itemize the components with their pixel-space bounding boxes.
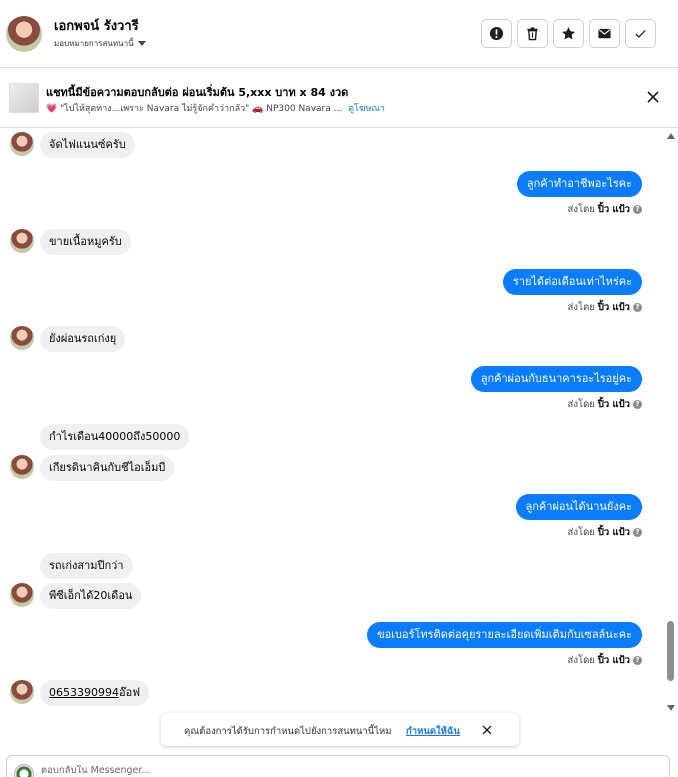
ad-thumbnail[interactable] <box>9 83 39 113</box>
outgoing-message[interactable]: รายได้ต่อเดือนเท่าไหร่คะ <box>502 269 642 295</box>
outgoing-message[interactable]: ลูกค้าทำอาชีพอะไรคะ <box>516 171 642 197</box>
incoming-message[interactable]: ขายเนื้อหมูครับ <box>40 229 131 255</box>
reply-composer <box>6 755 670 777</box>
sent-by-label: ส่งโดย ปิ้ว แป้ว? <box>568 653 642 668</box>
outgoing-message[interactable]: ขอเบอร์โทรติดต่อคุยรายละเอียดเพิ่มเติมกั… <box>367 622 642 648</box>
envelope-icon <box>598 28 611 39</box>
sent-by-prefix: ส่งโดย <box>567 655 595 666</box>
scrollbar[interactable] <box>666 128 676 716</box>
sender-name: ปิ้ว แป้ว <box>597 302 630 313</box>
contact-avatar-small[interactable] <box>10 132 34 156</box>
sent-by-label: ส่งโดย ปิ้ว แป้ว? <box>568 202 642 217</box>
sender-name: ปิ้ว แป้ว <box>597 204 630 215</box>
done-button[interactable] <box>625 19 656 48</box>
contact-avatar-small[interactable] <box>10 229 34 253</box>
ad-title: แชทนี้มีข้อความตอบกลับต่อ ผ่อนเริ่มต้น 5… <box>46 86 349 99</box>
info-icon[interactable]: ? <box>633 656 642 665</box>
info-icon[interactable]: ? <box>633 303 642 312</box>
exclamation-icon <box>489 26 504 41</box>
incoming-message[interactable]: เกียรดินาคินกับชีไอเอ็มบี <box>40 455 175 481</box>
conversation-header: เอกพจน์ รังวารี มอบหมายการสนทนานี้ <box>0 0 678 68</box>
header-actions <box>481 19 656 48</box>
info-icon[interactable]: ? <box>633 400 642 409</box>
outgoing-message[interactable]: ลูกค้าผ่อนกับธนาคารอะไรอยู่คะ <box>470 366 642 392</box>
assign-conversation-dropdown[interactable]: มอบหมายการสนทนานี้ <box>54 37 146 50</box>
trash-icon <box>527 27 538 41</box>
star-icon <box>562 27 575 40</box>
ad-description: 💗 "ไปไห้สุดทาง...เพราะ Navara ไม่รู้จักค… <box>46 101 385 115</box>
contact-name[interactable]: เอกพจน์ รังวารี <box>54 15 139 36</box>
contact-avatar-small[interactable] <box>10 326 34 350</box>
delete-button[interactable] <box>517 19 548 48</box>
contact-avatar-small[interactable] <box>10 583 34 607</box>
sent-by-prefix: ส่งโดย <box>567 204 595 215</box>
sent-by-label: ส่งโดย ปิ้ว แป้ว? <box>568 397 642 412</box>
outgoing-message[interactable]: ลูกค้าผ่อนได้นานยังคะ <box>515 494 642 520</box>
star-button[interactable] <box>553 19 584 48</box>
sender-name: ปิ้ว แป้ว <box>597 655 630 666</box>
contact-avatar[interactable] <box>6 16 42 52</box>
phone-number-link[interactable]: 0653390994 <box>49 686 119 699</box>
ad-context-bar: แชทนี้มีข้อความตอบกลับต่อ ผ่อนเริ่มต้น 5… <box>0 69 678 128</box>
incoming-message[interactable]: กำไรเดือน40000ถึง50000 <box>40 424 190 450</box>
assign-prompt-banner: คุณต้องการได้รับการกำหนดไปยังการสนทนานี้… <box>161 713 519 746</box>
incoming-message[interactable]: รถเก่งสามปีกว่า <box>40 553 133 579</box>
page-avatar <box>14 764 34 777</box>
view-ad-link[interactable]: ดูโฆษณา <box>348 104 385 114</box>
checkmark-icon <box>635 30 646 38</box>
reply-input[interactable] <box>41 765 341 776</box>
incoming-message[interactable]: ยังผ่อนรถเก่งยุ <box>40 326 126 352</box>
chevron-down-icon <box>137 41 146 46</box>
info-icon[interactable]: ? <box>633 528 642 537</box>
sender-name: ปิ้ว แป้ว <box>597 527 630 538</box>
close-icon[interactable] <box>646 90 660 104</box>
ad-description-text: 💗 "ไปไห้สุดทาง...เพราะ Navara ไม่รู้จักค… <box>46 104 343 114</box>
incoming-message[interactable]: 0653390994อ๊อฟ <box>40 680 150 706</box>
message-thread[interactable]: จัดไฟแนนซ์ครับ ลูกค้าทำอาชีพอะไรคะ ส่งโด… <box>0 128 678 716</box>
close-icon[interactable] <box>482 725 492 735</box>
mark-important-button[interactable] <box>481 19 512 48</box>
sent-by-prefix: ส่งโดย <box>567 399 595 410</box>
assign-conversation-label: มอบหมายการสนทนานี้ <box>54 39 134 48</box>
assign-prompt-text: คุณต้องการได้รับการกำหนดไปยังการสนทนานี้… <box>184 726 392 737</box>
message-suffix: อ๊อฟ <box>119 686 141 699</box>
contact-avatar-small[interactable] <box>10 455 34 479</box>
sent-by-label: ส่งโดย ปิ้ว แป้ว? <box>568 300 642 315</box>
scroll-up-arrow-icon[interactable] <box>667 133 675 139</box>
assign-to-me-link[interactable]: กำหนดให้ฉัน <box>406 724 460 739</box>
incoming-message[interactable]: จัดไฟแนนซ์ครับ <box>40 132 135 158</box>
scrollbar-thumb[interactable] <box>667 621 674 681</box>
incoming-message[interactable]: พีซีเอ็กได้20เดือน <box>40 583 142 609</box>
mail-button[interactable] <box>589 19 620 48</box>
contact-avatar-small[interactable] <box>10 680 34 704</box>
scroll-down-arrow-icon[interactable] <box>667 705 675 711</box>
sent-by-prefix: ส่งโดย <box>567 527 595 538</box>
sent-by-prefix: ส่งโดย <box>567 302 595 313</box>
sender-name: ปิ้ว แป้ว <box>597 399 630 410</box>
sent-by-label: ส่งโดย ปิ้ว แป้ว? <box>568 525 642 540</box>
info-icon[interactable]: ? <box>633 205 642 214</box>
